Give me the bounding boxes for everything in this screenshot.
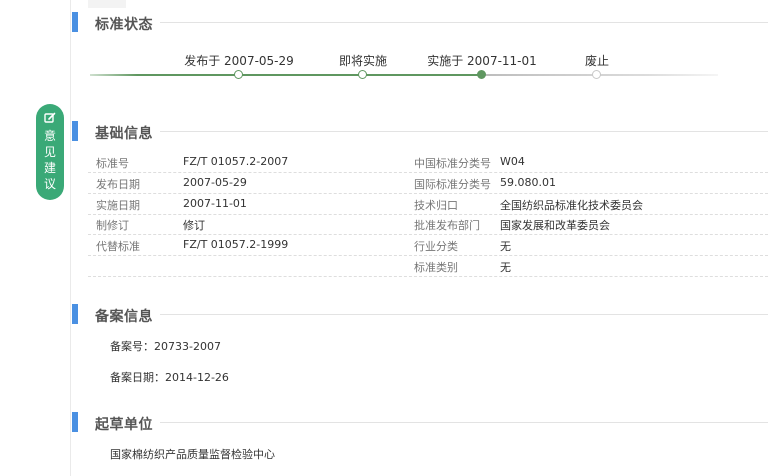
registration-number: 备案号：20733-2007 <box>110 340 221 353</box>
field-value: 2007-05-29 <box>183 176 247 189</box>
field-value: W04 <box>500 155 525 168</box>
section-title-status: 标准状态 <box>95 17 153 33</box>
section-marker-registration <box>72 304 78 324</box>
field-label: 批准发布部门 <box>414 219 480 232</box>
section-title-basic: 基础信息 <box>95 126 153 142</box>
feedback-label-char-4: 议 <box>43 177 56 191</box>
drafter-unit: 国家棉纺织产品质量监督检验中心 <box>110 448 275 461</box>
section-marker-basic <box>72 121 78 141</box>
field-label: 标准号 <box>96 157 129 170</box>
field-label: 实施日期 <box>96 199 140 212</box>
section-rule-basic <box>160 131 768 132</box>
section-rule-status <box>160 22 768 23</box>
feedback-label-char-3: 建 <box>43 161 56 175</box>
timeline-node-implemented <box>477 70 486 79</box>
table-row: 标准类别 无 <box>88 256 768 277</box>
timeline-label-abolished: 废止 <box>584 54 610 68</box>
field-value: 无 <box>500 240 511 253</box>
field-label: 发布日期 <box>96 178 140 191</box>
edit-icon <box>44 112 56 123</box>
field-label: 行业分类 <box>414 240 458 253</box>
feedback-button[interactable]: 意 见 建 议 <box>36 104 64 200</box>
field-label: 标准类别 <box>414 261 458 274</box>
table-row: 发布日期 2007-05-29 国际标准分类号 59.080.01 <box>88 173 768 194</box>
field-label: 代替标准 <box>96 240 140 253</box>
field-value: 2007-11-01 <box>183 197 247 210</box>
table-row: 标准号 FZ/T 01057.2-2007 中国标准分类号 W04 <box>88 152 768 173</box>
section-marker-drafter <box>72 412 78 432</box>
section-rule-drafter <box>160 422 768 423</box>
section-title-registration: 备案信息 <box>95 309 153 325</box>
table-row: 实施日期 2007-11-01 技术归口 全国纺织品标准化技术委员会 <box>88 194 768 215</box>
field-value: 国家发展和改革委员会 <box>500 219 610 232</box>
field-value: FZ/T 01057.2-1999 <box>183 238 289 251</box>
top-tab-fragment <box>88 0 126 8</box>
field-value: 无 <box>500 261 511 274</box>
feedback-label: 意 见 建 议 <box>36 128 64 192</box>
field-value: FZ/T 01057.2-2007 <box>183 155 289 168</box>
field-value: 修订 <box>183 219 205 232</box>
field-label: 中国标准分类号 <box>414 157 491 170</box>
timeline-progress-line <box>90 74 483 76</box>
field-value: 全国纺织品标准化技术委员会 <box>500 199 643 212</box>
feedback-label-char-2: 见 <box>43 145 56 159</box>
timeline-label-upcoming: 即将实施 <box>338 54 388 68</box>
timeline-node-upcoming <box>358 70 367 79</box>
field-label: 国际标准分类号 <box>414 178 491 191</box>
timeline-label-published: 发布于 2007-05-29 <box>184 54 294 68</box>
left-margin <box>0 0 70 476</box>
section-rule-registration <box>160 314 768 315</box>
timeline-node-published <box>234 70 243 79</box>
table-row: 代替标准 FZ/T 01057.2-1999 行业分类 无 <box>88 235 768 256</box>
timeline-node-abolished <box>592 70 601 79</box>
feedback-label-char-1: 意 <box>43 129 56 143</box>
content-border <box>70 0 71 476</box>
field-label: 技术归口 <box>414 199 458 212</box>
registration-date: 备案日期：2014-12-26 <box>110 371 229 384</box>
field-label: 制修订 <box>96 219 129 232</box>
section-title-drafter: 起草单位 <box>95 417 153 433</box>
timeline-label-implemented: 实施于 2007-11-01 <box>427 54 537 68</box>
table-row: 制修订 修订 批准发布部门 国家发展和改革委员会 <box>88 214 768 235</box>
field-value: 59.080.01 <box>500 176 556 189</box>
section-marker-status <box>72 12 78 32</box>
